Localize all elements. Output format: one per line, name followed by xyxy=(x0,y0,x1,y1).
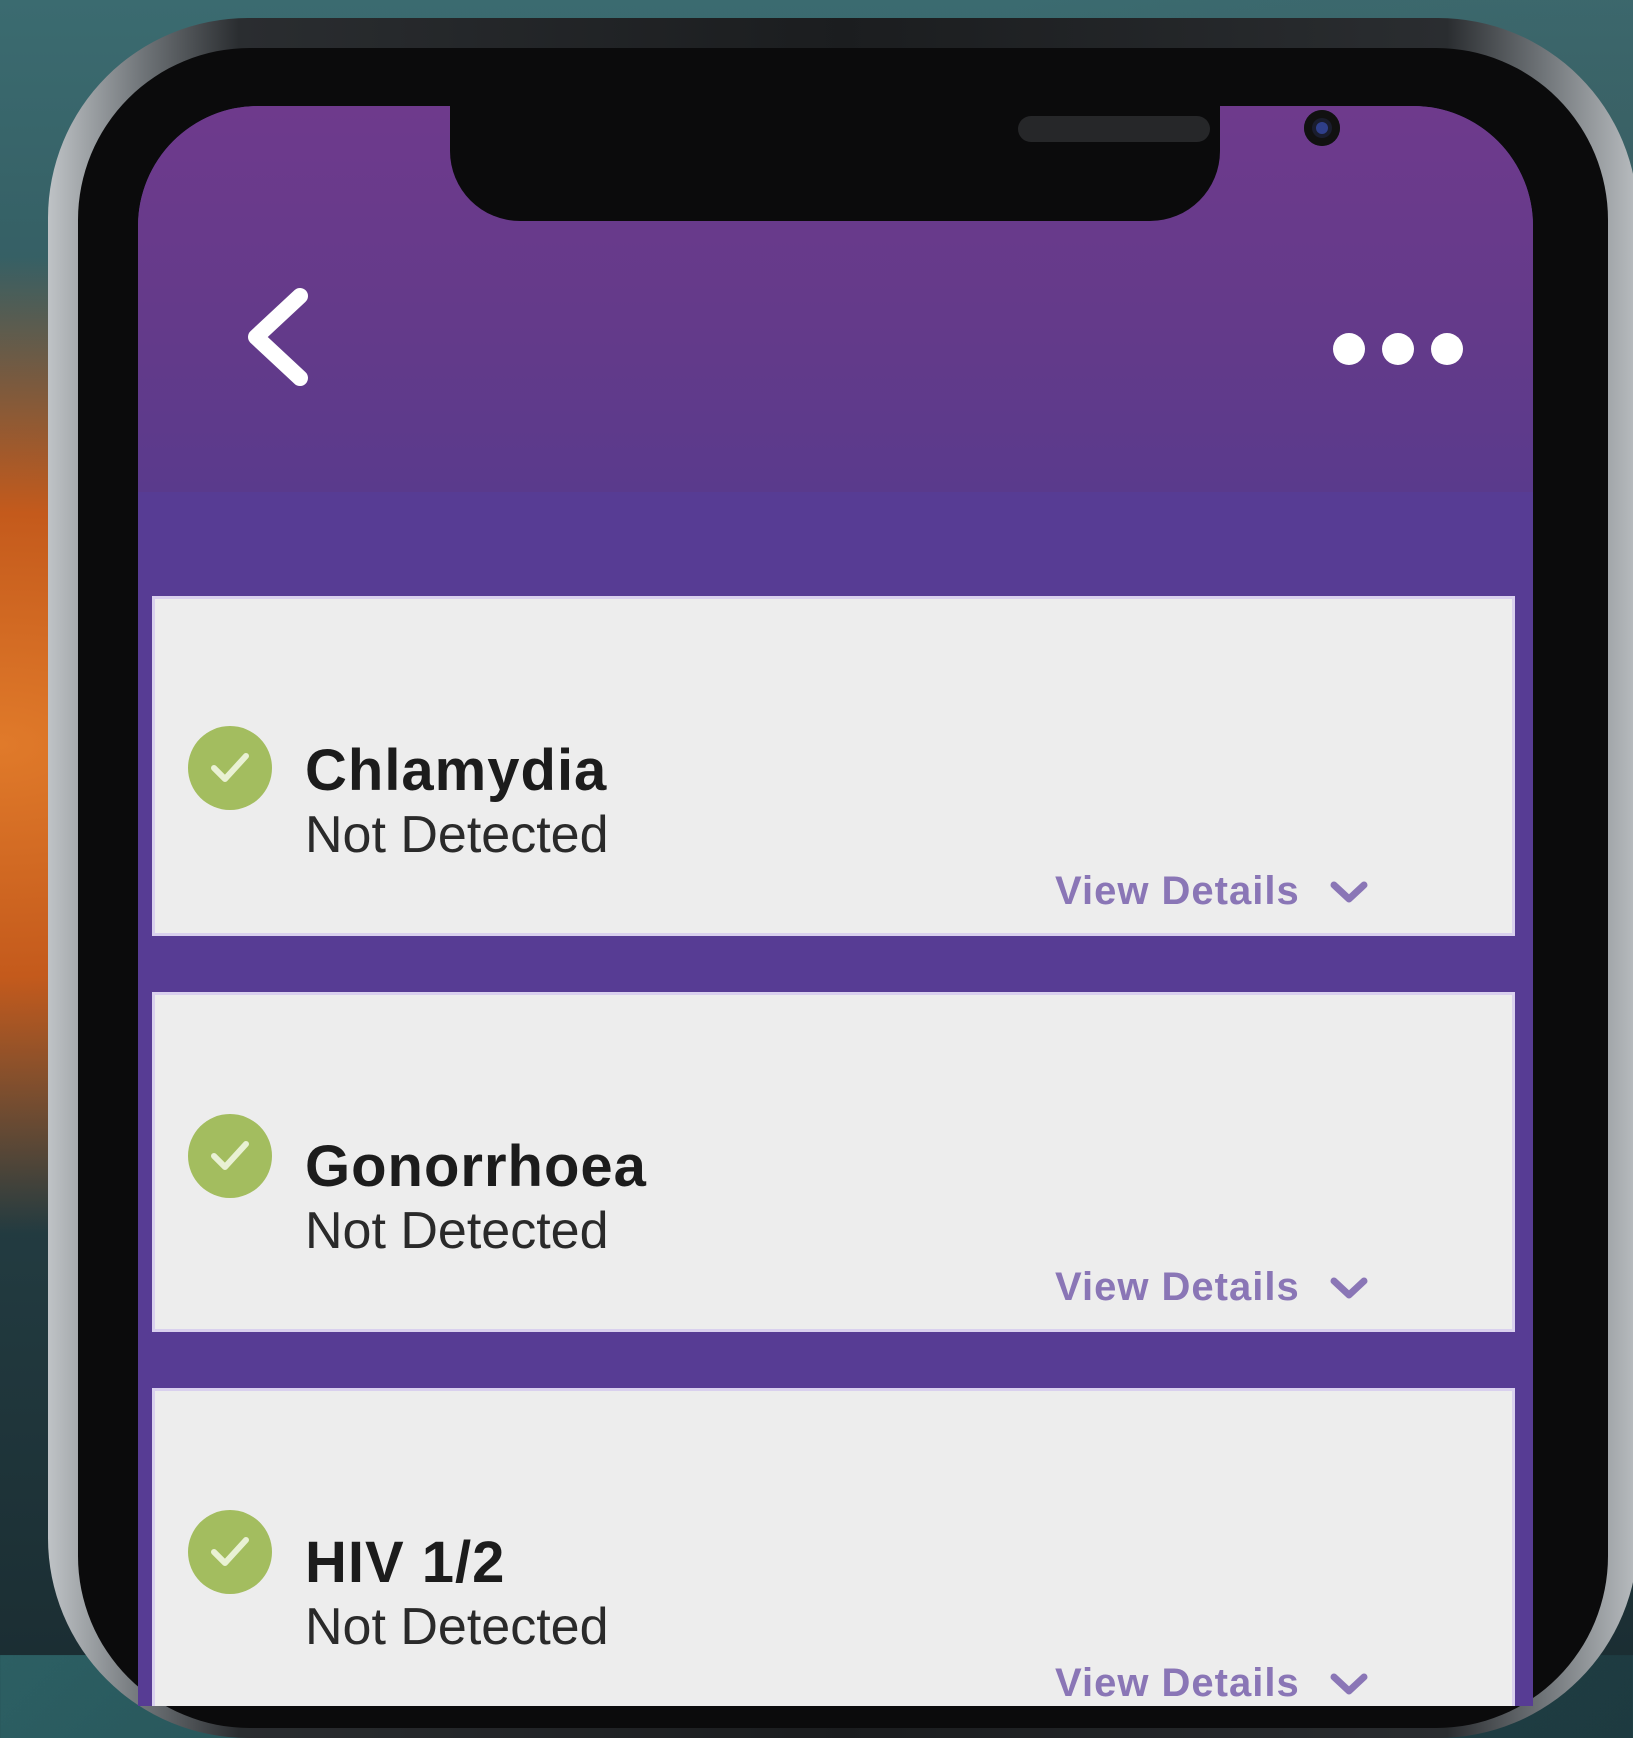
more-options-button[interactable] xyxy=(1333,324,1463,374)
result-status: Not Detected xyxy=(305,1598,609,1656)
view-details-link[interactable]: View Details xyxy=(1055,1661,1368,1706)
chevron-down-icon xyxy=(1330,881,1368,902)
check-circle-icon xyxy=(188,726,272,810)
back-button[interactable] xyxy=(238,282,328,392)
more-dot-icon xyxy=(1431,333,1463,365)
view-details-label: View Details xyxy=(1055,1661,1300,1705)
check-circle-icon xyxy=(188,1510,272,1594)
result-name: Gonorrhoea xyxy=(305,1134,647,1199)
phone-notch xyxy=(450,106,1340,221)
result-status: Not Detected xyxy=(305,1202,609,1260)
result-card-gonorrhoea[interactable]: Gonorrhoea Not Detected View Details xyxy=(152,992,1515,1332)
results-list: Chlamydia Not Detected View Details Gono… xyxy=(138,492,1533,1706)
result-status: Not Detected xyxy=(305,806,609,864)
view-details-label: View Details xyxy=(1055,869,1300,913)
speaker-grille xyxy=(1018,116,1210,142)
chevron-left-icon xyxy=(248,288,308,386)
view-details-label: View Details xyxy=(1055,1265,1300,1309)
more-dot-icon xyxy=(1382,333,1414,365)
view-details-link[interactable]: View Details xyxy=(1055,1265,1368,1310)
result-name: Chlamydia xyxy=(305,738,608,803)
check-circle-icon xyxy=(188,1114,272,1198)
view-details-link[interactable]: View Details xyxy=(1055,869,1368,914)
result-card-hiv[interactable]: HIV 1/2 Not Detected View Details xyxy=(152,1388,1515,1706)
result-card-chlamydia[interactable]: Chlamydia Not Detected View Details xyxy=(152,596,1515,936)
more-dot-icon xyxy=(1333,333,1365,365)
chevron-down-icon xyxy=(1330,1277,1368,1298)
chevron-down-icon xyxy=(1330,1673,1368,1694)
front-camera xyxy=(1304,110,1340,146)
phone-screen: Chlamydia Not Detected View Details Gono… xyxy=(138,106,1533,1706)
result-name: HIV 1/2 xyxy=(305,1530,506,1595)
